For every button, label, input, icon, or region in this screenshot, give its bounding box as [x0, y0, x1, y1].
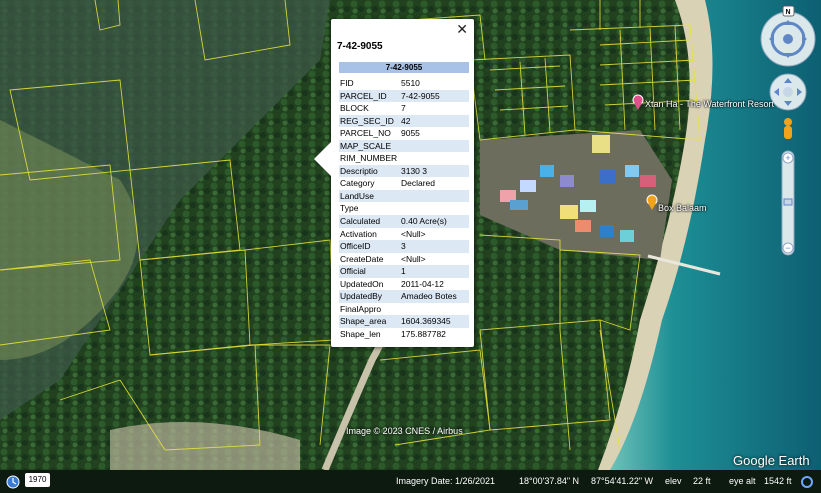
attribute-row: Calculated 0.40 Acre(s) — [339, 215, 469, 228]
attribute-row: PARCEL_ID 7-42-9055 — [339, 89, 469, 103]
attribute-row: Type — [339, 202, 469, 215]
attribute-table-header: 7-42-9055 — [339, 62, 469, 73]
place-label-box-balaam[interactable]: Box Balaam — [658, 203, 707, 213]
zoom-thumb[interactable] — [783, 198, 793, 206]
attribute-row: Category Declared — [339, 177, 469, 190]
attribute-row: RIM_NUMBER — [339, 152, 469, 165]
attribute-key: Activation — [340, 228, 377, 239]
navigation-controls: N + − — [760, 6, 816, 256]
imagery-attribution: Image © 2023 CNES / Airbus — [346, 426, 463, 436]
parcel-info-popup: ✕ 7-42-9055 7-42-9055 FID 5510 PARCEL_ID 7-… — [314, 19, 474, 347]
attribute-value — [401, 140, 469, 153]
attribute-value: <Null> — [401, 253, 426, 264]
attribute-value: 42 — [401, 115, 411, 126]
attribute-key: Calculated — [340, 216, 381, 227]
elevation-label: elev — [665, 476, 682, 486]
attribute-value: 3130 3 — [401, 165, 427, 176]
attribute-value — [401, 152, 469, 165]
attribute-key: FID — [340, 78, 354, 88]
attribute-key: RIM_NUMBER — [340, 153, 398, 164]
attribute-value: 7 — [401, 103, 406, 114]
attribute-key: LandUse — [340, 190, 375, 201]
attribute-row: UpdatedOn 2011-04-12 — [339, 278, 469, 291]
attribute-value: 2011-04-12 — [401, 278, 444, 289]
history-year-button[interactable]: 1970 — [25, 473, 50, 487]
attribute-key: Category — [340, 178, 375, 189]
attribute-value: 0.40 Acre(s) — [401, 216, 447, 227]
attribute-value — [401, 190, 469, 203]
attribute-key: UpdatedBy — [340, 291, 383, 302]
attribute-key: BLOCK — [340, 103, 369, 114]
close-icon[interactable]: ✕ — [456, 22, 468, 36]
attribute-value: 3 — [401, 241, 406, 252]
imagery-date: Imagery Date: 1/26/2021 — [396, 476, 496, 486]
google-earth-logo: Google Earth — [733, 453, 810, 468]
attribute-row: MAP_SCALE — [339, 139, 469, 153]
attribute-key: PARCEL_ID — [340, 90, 387, 101]
attribute-row: Activation <Null> — [339, 228, 469, 241]
attribute-value: 5510 — [401, 78, 420, 88]
attribute-key: OfficeID — [340, 241, 371, 252]
attribute-value: Declared — [401, 178, 436, 189]
attribute-row: PARCEL_NO 9055 — [339, 127, 469, 140]
attribute-key: CreateDate — [340, 253, 384, 264]
eye-altitude-value: 1542 ft — [764, 476, 792, 486]
attribute-key: Type — [340, 203, 359, 214]
attribute-key: Official — [340, 266, 366, 277]
attribute-value: 175.887782 — [401, 328, 446, 339]
attribute-value: 7-42-9055 — [401, 90, 440, 101]
attribute-table: FID 5510 PARCEL_ID 7-42-9055 BLOCK 7 REG_SEC_I… — [339, 77, 469, 340]
attribute-key: PARCEL_NO — [340, 128, 391, 139]
attribute-row: Descriptio 3130 3 — [339, 164, 469, 178]
popup-pointer — [314, 142, 331, 176]
attribute-value: <Null> — [401, 228, 426, 239]
zoom-out-icon[interactable]: − — [785, 243, 790, 253]
place-label-waterfront-resort[interactable]: Xtan Ha - The Waterfront Resort — [645, 99, 774, 109]
attribute-value — [401, 303, 469, 316]
north-label: N — [785, 9, 790, 16]
attribute-value — [401, 202, 469, 215]
attribute-row: OfficeID 3 — [339, 240, 469, 253]
historical-imagery-icon[interactable] — [6, 475, 20, 489]
attribute-key: Shape_area — [340, 316, 387, 327]
attribute-key: UpdatedOn — [340, 278, 384, 289]
attribute-key: Shape_len — [340, 328, 381, 339]
street-view-pegman-icon[interactable] — [784, 118, 792, 139]
move-control[interactable] — [769, 73, 807, 111]
look-control[interactable] — [760, 11, 816, 67]
streaming-progress-icon — [801, 476, 813, 488]
attribute-key: Descriptio — [340, 165, 378, 176]
attribute-row: FID 5510 — [339, 77, 469, 90]
attribute-row: BLOCK 7 — [339, 102, 469, 115]
attribute-row: Official 1 — [339, 265, 469, 278]
attribute-row: FinalAppro — [339, 303, 469, 316]
attribute-row: Shape_area 1604.369345 — [339, 315, 469, 328]
attribute-key: FinalAppro — [340, 303, 382, 314]
attribute-row: LandUse — [339, 189, 469, 203]
attribute-key: MAP_SCALE — [340, 140, 392, 151]
elevation-value: 22 ft — [693, 476, 711, 486]
attribute-key: REG_SEC_ID — [340, 115, 394, 126]
attribute-row: UpdatedBy Amadeo Botes — [339, 290, 469, 303]
attribute-value: Amadeo Botes — [401, 291, 457, 302]
attribute-row: CreateDate <Null> — [339, 253, 469, 266]
zoom-slider[interactable]: + − — [781, 150, 795, 256]
attribute-row: Shape_len 175.887782 — [339, 328, 469, 341]
latitude-readout: 18°00'37.84" N — [519, 476, 580, 486]
attribute-value: 1604.369345 — [401, 316, 451, 327]
popup-title: 7-42-9055 — [337, 41, 383, 52]
attribute-row: REG_SEC_ID 42 — [339, 114, 469, 128]
zoom-in-icon[interactable]: + — [785, 153, 790, 163]
status-bar: Imagery Date: 1/26/2021 18°00'37.84" N 8… — [0, 470, 821, 493]
attribute-value: 9055 — [401, 128, 420, 139]
attribute-value: 1 — [401, 266, 406, 277]
longitude-readout: 87°54'41.22" W — [591, 476, 654, 486]
eye-altitude-label: eye alt — [729, 476, 756, 486]
